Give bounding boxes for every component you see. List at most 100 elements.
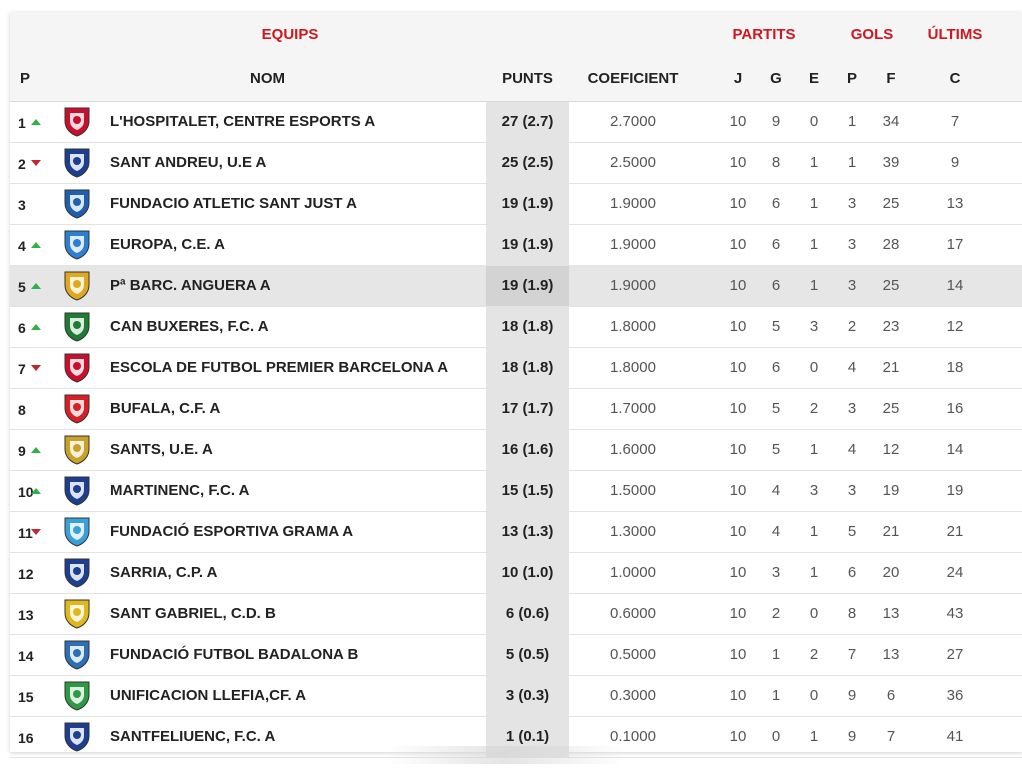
goals-against-value: 13 [946, 195, 964, 212]
team-name-link[interactable]: UNIFICACION LLEFIA,CF. A [110, 687, 306, 705]
goals-against-value: 12 [946, 318, 964, 335]
table-row[interactable]: 2 SANT ANDREU, U.E A 25 (2.5) 2.5000 10 8 1 1 39… [10, 143, 1022, 184]
col-header-coefficient[interactable]: COEFICIENT [582, 70, 684, 87]
col-header-goals-against[interactable]: C [940, 70, 970, 87]
team-name-link[interactable]: SANT ANDREU, U.E A [110, 154, 266, 172]
won-value: 6 [771, 277, 781, 294]
table-row[interactable]: 14 FUNDACIÓ FUTBOL BADALONA B 5 (0.5) 0.500… [10, 635, 1022, 676]
col-header-lost[interactable]: P [837, 70, 867, 87]
points-value: 15 (1.5) [501, 482, 554, 499]
points-value: 19 (1.9) [501, 277, 554, 294]
table-row[interactable]: 10 MARTINENC, F.C. A 15 (1.5) 1.5000 10 4 3 3 19… [10, 471, 1022, 512]
lost-value: 7 [847, 646, 857, 663]
points-value: 16 (1.6) [501, 441, 554, 458]
team-name-link[interactable]: ESCOLA DE FUTBOL PREMIER BARCELONA A [110, 359, 448, 377]
goals-for-value: 34 [882, 113, 900, 130]
team-name-link[interactable]: SANTFELIUENC, F.C. A [110, 728, 275, 746]
trend-up-icon [31, 283, 41, 289]
lost-value: 3 [847, 482, 857, 499]
points-value: 19 (1.9) [501, 236, 554, 253]
martinenc-crest-icon[interactable] [61, 474, 93, 507]
team-name-link[interactable]: FUNDACIO ATLETIC SANT JUST A [110, 195, 357, 213]
played-value: 10 [729, 482, 747, 499]
drawn-value: 2 [809, 400, 819, 417]
team-name-link[interactable]: SANTS, U.E. A [110, 441, 213, 459]
won-value: 1 [771, 687, 781, 704]
sants-crest-icon[interactable] [61, 433, 93, 466]
team-name-link[interactable]: FUNDACIÓ ESPORTIVA GRAMA A [110, 523, 353, 541]
col-header-won[interactable]: G [761, 70, 791, 87]
team-name-link[interactable]: Pª BARC. ANGUERA A [110, 277, 271, 295]
played-value: 10 [729, 646, 747, 663]
col-header-drawn[interactable]: E [799, 70, 829, 87]
won-value: 9 [771, 113, 781, 130]
won-value: 6 [771, 359, 781, 376]
col-header-name[interactable]: NOM [220, 70, 315, 87]
premier-barcelona-crest-icon[interactable] [61, 351, 93, 384]
team-name-link[interactable]: MARTINENC, F.C. A [110, 482, 249, 500]
played-value: 10 [729, 359, 747, 376]
goals-against-value: 19 [946, 482, 964, 499]
table-row[interactable]: 1 L'HOSPITALET, CENTRE ESPORTS A 27 (2.7) 2… [10, 102, 1022, 143]
drawn-value: 0 [809, 605, 819, 622]
col-header-points[interactable]: PUNTS [486, 70, 569, 87]
europa-crest-icon[interactable] [61, 228, 93, 261]
hospitalet-crest-icon[interactable] [61, 105, 93, 138]
trend-down-icon [31, 529, 41, 535]
coefficient-value: 1.8000 [610, 318, 656, 335]
goals-against-value: 41 [946, 728, 964, 745]
llefia-crest-icon[interactable] [61, 679, 93, 712]
played-value: 10 [729, 564, 747, 581]
team-name-link[interactable]: CAN BUXERES, F.C. A [110, 318, 269, 336]
table-row[interactable]: 13 SANT GABRIEL, C.D. B 6 (0.6) 0.6000 10 2 0 8… [10, 594, 1022, 635]
badalona-crest-icon[interactable] [61, 638, 93, 671]
team-name-link[interactable]: SARRIA, C.P. A [110, 564, 218, 582]
team-name-link[interactable]: FUNDACIÓ FUTBOL BADALONA B [110, 646, 358, 664]
table-row[interactable]: 6 CAN BUXERES, F.C. A 18 (1.8) 1.8000 10 5 3 2 2… [10, 307, 1022, 348]
team-name-link[interactable]: BUFALA, C.F. A [110, 400, 220, 418]
team-name-link[interactable]: SANT GABRIEL, C.D. B [110, 605, 276, 623]
grama-crest-icon[interactable] [61, 515, 93, 548]
sarria-crest-icon[interactable] [61, 556, 93, 589]
table-row[interactable]: 12 SARRIA, C.P. A 10 (1.0) 1.0000 10 3 1 6 20 24 [10, 553, 1022, 594]
team-name-link[interactable]: EUROPA, C.E. A [110, 236, 225, 254]
drawn-value: 3 [809, 318, 819, 335]
col-header-position[interactable]: P [18, 70, 32, 87]
drawn-value: 1 [809, 236, 819, 253]
goals-against-value: 16 [946, 400, 964, 417]
can-buxeres-crest-icon[interactable] [61, 310, 93, 343]
team-name-link[interactable]: L'HOSPITALET, CENTRE ESPORTS A [110, 113, 375, 131]
lost-value: 4 [847, 359, 857, 376]
trend-up-icon [31, 119, 41, 125]
coefficient-value: 0.6000 [610, 605, 656, 622]
table-row[interactable]: 9 SANTS, U.E. A 16 (1.6) 1.6000 10 5 1 4 12 14 [10, 430, 1022, 471]
table-row[interactable]: 11 FUNDACIÓ ESPORTIVA GRAMA A 13 (1.3) 1.30… [10, 512, 1022, 553]
col-header-played[interactable]: J [723, 70, 753, 87]
goals-for-value: 6 [886, 687, 896, 704]
drawn-value: 1 [809, 154, 819, 171]
won-value: 0 [771, 728, 781, 745]
anguera-crest-icon[interactable] [61, 269, 93, 302]
table-row[interactable]: 8 BUFALA, C.F. A 17 (1.7) 1.7000 10 5 2 3 25 16 [10, 389, 1022, 430]
drawn-value: 1 [809, 523, 819, 540]
group-header-gols: GOLS [850, 26, 894, 43]
table-row[interactable]: 5 Pª BARC. ANGUERA A 19 (1.9) 1.9000 10 6 1 3 25… [10, 266, 1022, 307]
col-header-goals-for[interactable]: F [876, 70, 906, 87]
table-row[interactable]: 3 FUNDACIO ATLETIC SANT JUST A 19 (1.9) 1.9… [10, 184, 1022, 225]
goals-against-value: 14 [946, 441, 964, 458]
santfeliuenc-crest-icon[interactable] [61, 720, 93, 753]
table-header: EQUIPS PARTITS GOLS ÚLTIMS P NOM PUNTS C… [10, 12, 1022, 102]
fundacio-atletic-crest-icon[interactable] [61, 187, 93, 220]
sant-gabriel-crest-icon[interactable] [61, 597, 93, 630]
table-row[interactable]: 15 UNIFICACION LLEFIA,CF. A 3 (0.3) 0.3000 1… [10, 676, 1022, 717]
sant-andreu-crest-icon[interactable] [61, 146, 93, 179]
coefficient-value: 2.7000 [610, 113, 656, 130]
bufala-crest-icon[interactable] [61, 392, 93, 425]
played-value: 10 [729, 318, 747, 335]
table-row[interactable]: 4 EUROPA, C.E. A 19 (1.9) 1.9000 10 6 1 3 28 17 [10, 225, 1022, 266]
points-value: 18 (1.8) [501, 359, 554, 376]
coefficient-value: 2.5000 [610, 154, 656, 171]
played-value: 10 [729, 400, 747, 417]
played-value: 10 [729, 113, 747, 130]
table-row[interactable]: 7 ESCOLA DE FUTBOL PREMIER BARCELONA A 18 … [10, 348, 1022, 389]
